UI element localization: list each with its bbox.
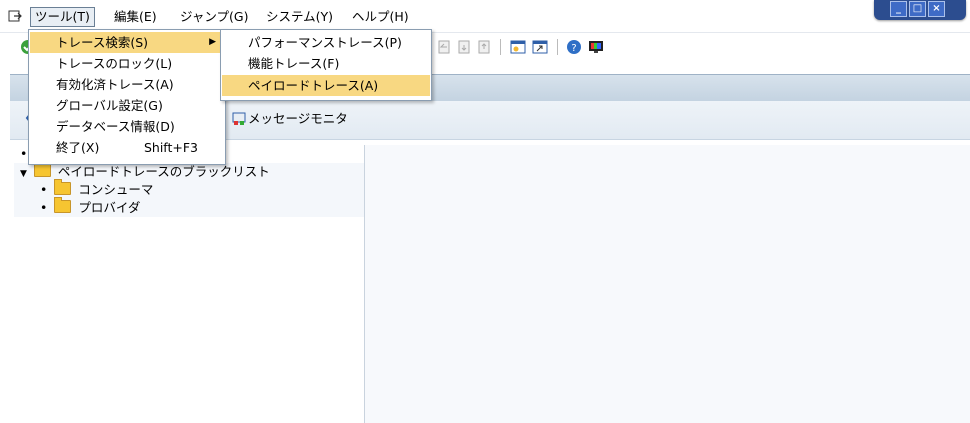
submenu-item-performance-trace[interactable]: パフォーマンストレース(P) [222, 32, 430, 53]
submenu-item-function-trace[interactable]: 機能トレース(F) [222, 53, 430, 74]
tree-row-provider[interactable]: • プロバイダ [40, 197, 141, 217]
tree-root-label: ペイロードトレースのブラックリスト [57, 164, 270, 179]
toolbar-separator [557, 39, 558, 55]
folder-icon [54, 197, 72, 213]
menu-item-global-settings[interactable]: グローバル設定(G) [30, 95, 224, 116]
tree-item-label: プロバイダ [78, 200, 141, 215]
window-controls: _ □ × [874, 0, 966, 20]
message-monitor-icon[interactable] [232, 112, 246, 126]
menu-item-trace-search[interactable]: トレース検索(S) ▶ [30, 32, 224, 53]
expand-arrow-icon[interactable]: ▼ [20, 169, 27, 179]
submenu-arrow-icon: ▶ [209, 37, 216, 47]
menu-help[interactable]: ヘルプ(H) [348, 8, 413, 26]
next-page-icon[interactable] [476, 39, 492, 55]
message-monitor-button[interactable]: メッセージモニタ [248, 111, 348, 127]
folder-open-icon [33, 161, 51, 177]
tree-item-label: コンシューマ [78, 182, 154, 197]
menu-jump[interactable]: ジャンプ(G) [176, 8, 252, 26]
submenu-item-payload-trace[interactable]: ペイロードトレース(A) [222, 75, 430, 96]
close-button[interactable]: × [928, 1, 945, 17]
toolbar-separator [500, 39, 501, 55]
trace-search-submenu: パフォーマンストレース(P) 機能トレース(F) ペイロードトレース(A) [220, 29, 432, 101]
menu-item-exit[interactable]: 終了(X) Shift+F3 [30, 137, 224, 158]
menu-item-active-traces[interactable]: 有効化済トレース(A) [30, 74, 224, 95]
maximize-button[interactable]: □ [909, 1, 926, 17]
menu-edit[interactable]: 編集(E) [110, 8, 161, 26]
customize-layout-icon[interactable] [588, 39, 604, 55]
first-page-icon[interactable] [436, 39, 452, 55]
system-menu-icon[interactable] [8, 9, 22, 23]
menu-item-database-info[interactable]: データベース情報(D) [30, 116, 224, 137]
svg-text:?: ? [571, 43, 576, 54]
tree-row-hidden: • [20, 146, 28, 161]
minimize-button[interactable]: _ [890, 1, 907, 17]
folder-icon [54, 179, 72, 195]
accelerator-label: Shift+F3 [143, 140, 198, 155]
tools-menu: トレース検索(S) ▶ トレースのロック(L) 有効化済トレース(A) グローバ… [28, 29, 226, 165]
content-pane [365, 145, 970, 423]
create-session-icon[interactable] [510, 39, 526, 55]
tree-bullet: • [40, 200, 48, 215]
menu-system[interactable]: システム(Y) [262, 8, 337, 26]
previous-page-icon[interactable] [456, 39, 472, 55]
help-icon[interactable]: ? [566, 39, 582, 55]
shortcut-icon[interactable] [532, 39, 548, 55]
menu-item-trace-lock[interactable]: トレースのロック(L) [30, 53, 224, 74]
tree-bullet: • [40, 182, 48, 197]
menu-tools[interactable]: ツール(T) [30, 7, 95, 27]
